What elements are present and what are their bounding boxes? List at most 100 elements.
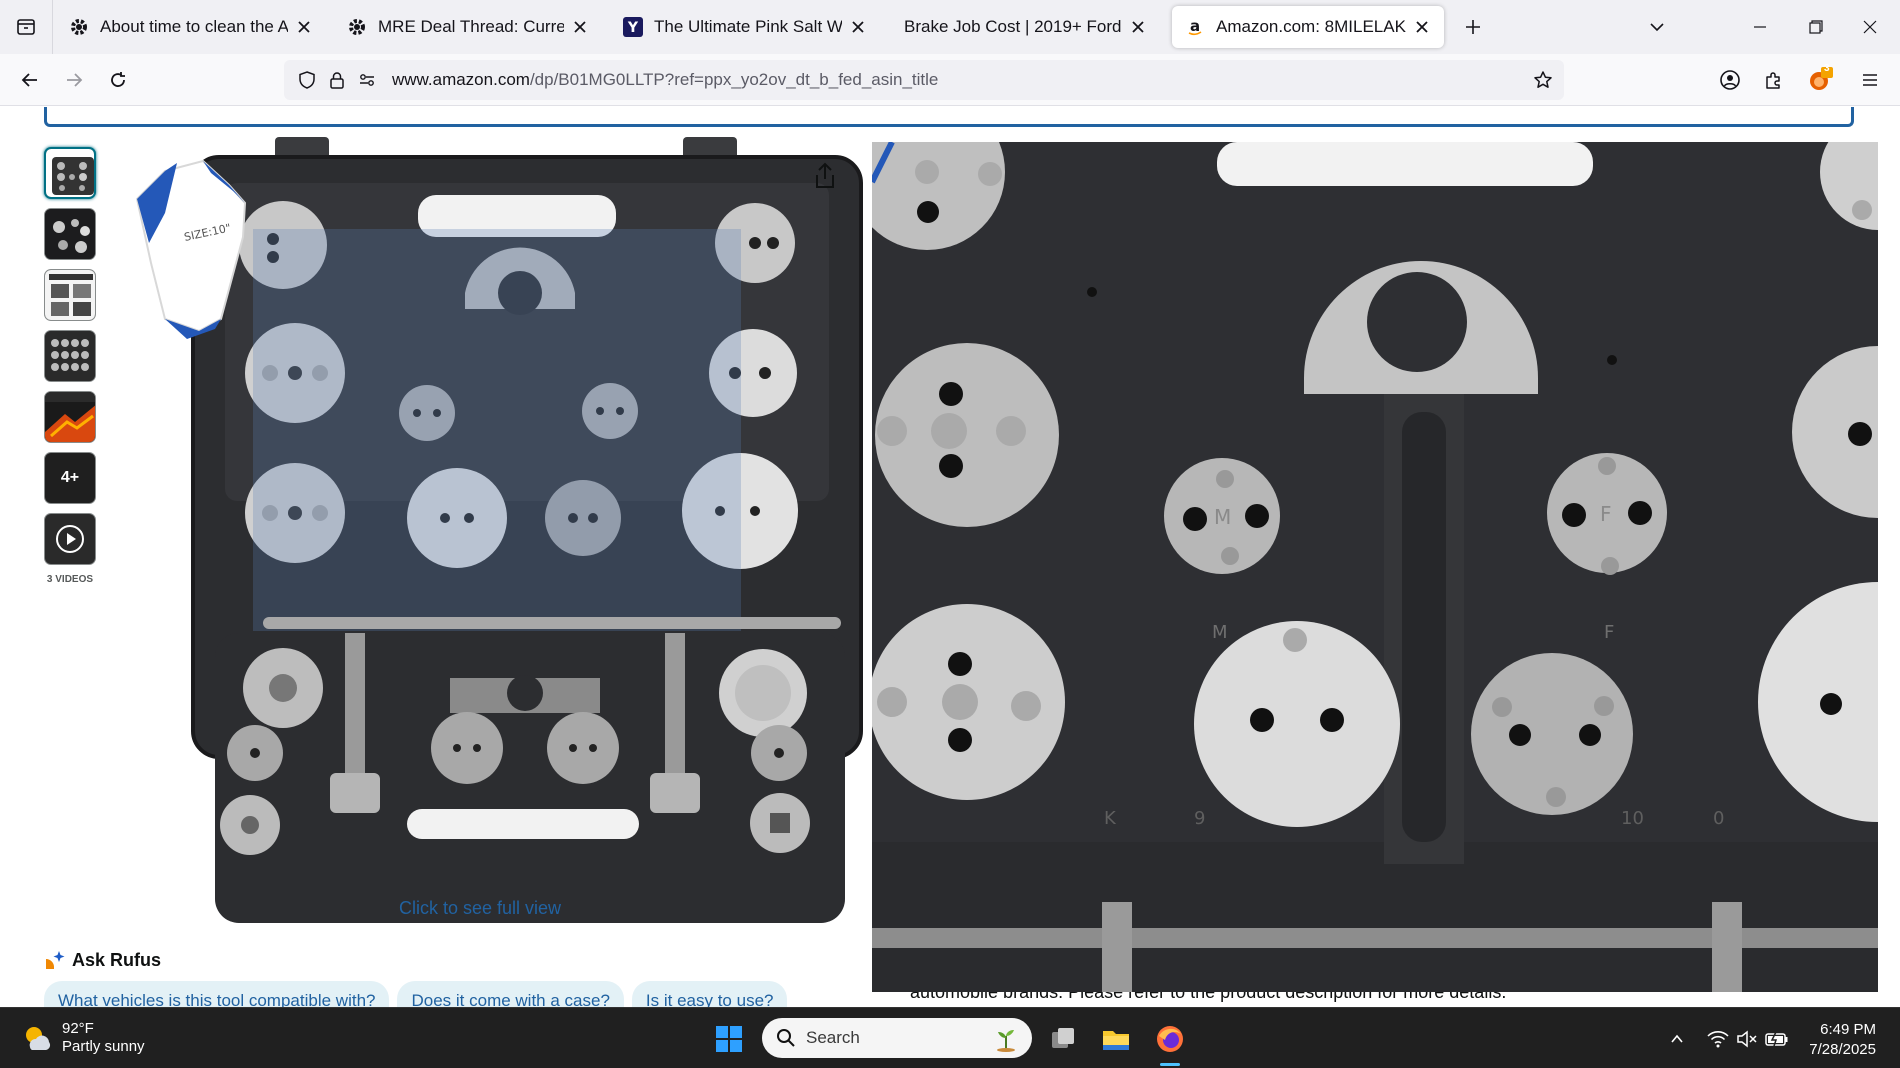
main-product-image[interactable]: SIZE:10"	[105, 133, 865, 923]
brake-caliper-tool-kit-image: SIZE:10"	[135, 137, 863, 923]
taskbar-search[interactable]: Search	[762, 1018, 1032, 1058]
chevron-down-icon	[1650, 23, 1664, 32]
tab-list-button[interactable]	[8, 11, 44, 43]
clock-date: 7/28/2025	[1809, 1041, 1876, 1058]
search-icon	[777, 1029, 795, 1047]
account-icon	[1720, 70, 1740, 90]
thumbnail-case[interactable]	[44, 147, 96, 199]
battery-charging-icon	[1765, 1031, 1788, 1047]
start-button[interactable]	[710, 1020, 748, 1058]
close-tab-icon[interactable]	[1128, 17, 1148, 37]
svg-text:Y: Y	[627, 20, 639, 36]
clock-time: 6:49 PM	[1820, 1021, 1876, 1038]
task-view-icon	[1052, 1028, 1074, 1048]
search-highlight-plant-icon	[997, 1030, 1015, 1052]
tab-mre-deal[interactable]: MRE Deal Thread: Current Best	[334, 6, 602, 48]
navigation-toolbar: www.amazon.com/dp/B01MG0LLTP?ref=ppx_yo2…	[0, 54, 1900, 106]
close-tab-icon[interactable]	[570, 17, 590, 37]
zoom-label-m-below: M	[1212, 622, 1228, 643]
wifi-icon	[1707, 1031, 1729, 1048]
forward-button[interactable]	[56, 62, 92, 98]
brake-kit-case-thumbnail-image	[46, 149, 94, 197]
close-window-button[interactable]	[1852, 10, 1888, 44]
windows-logo-icon	[716, 1026, 742, 1052]
thumbnail-pistons[interactable]	[44, 208, 96, 260]
firefox-icon	[1157, 1026, 1183, 1052]
tab-bar: About time to clean the AR > G MRE Deal …	[0, 0, 1900, 54]
extension-badge-button[interactable]: 3	[1802, 62, 1838, 98]
chevron-up-icon	[1671, 1034, 1683, 1043]
url-domain: www.amazon.com	[392, 70, 530, 89]
zoom-label-k: K	[1104, 808, 1117, 829]
rufus-sparkle-icon	[46, 951, 65, 969]
zoom-label-f: F	[1600, 502, 1612, 526]
piston-set-grid-thumbnail-image	[45, 331, 95, 381]
brake-fire-thumbnail-image	[45, 392, 95, 442]
zoom-label-9: 9	[1194, 808, 1205, 829]
firefox-taskbar-button[interactable]	[1151, 1020, 1189, 1058]
address-bar[interactable]: www.amazon.com/dp/B01MG0LLTP?ref=ppx_yo2…	[284, 60, 1564, 100]
tab-pink-salt[interactable]: Y The Ultimate Pink Salt Weight L	[610, 6, 880, 48]
tab-list-icon	[17, 19, 35, 35]
file-explorer-button[interactable]	[1097, 1020, 1135, 1058]
zoomed-brake-kit-image: M M F F K 9 10 0	[872, 142, 1878, 992]
rufus-suggested-questions: What vehicles is this tool compatible wi…	[44, 981, 788, 1007]
tab-title: Amazon.com: 8MILELAKE 24pcs	[1216, 17, 1406, 36]
system-clock[interactable]: 6:49 PM 7/28/2025	[1809, 1020, 1876, 1060]
weather-widget[interactable]: 92°F Partly sunny	[22, 1020, 145, 1056]
show-hidden-icons-button[interactable]	[1664, 1026, 1690, 1052]
app-menu-button[interactable]	[1852, 62, 1888, 98]
zoom-label-10: 10	[1621, 808, 1644, 829]
account-button[interactable]	[1712, 62, 1748, 98]
task-view-button[interactable]	[1044, 1020, 1082, 1058]
zoom-label-f-below: F	[1604, 622, 1614, 643]
restore-button[interactable]	[1798, 10, 1834, 44]
close-tab-icon[interactable]	[294, 17, 314, 37]
rufus-question-case[interactable]: Does it come with a case?	[397, 981, 624, 1007]
gear-icon	[346, 16, 368, 38]
back-arrow-icon	[21, 73, 37, 87]
tab-title: MRE Deal Thread: Current Best	[378, 17, 564, 36]
extensions-button[interactable]	[1756, 62, 1792, 98]
new-tab-button[interactable]	[1458, 12, 1488, 42]
thumbnail-brake-fire[interactable]	[44, 391, 96, 443]
thumbnail-video[interactable]	[44, 513, 96, 565]
bookmark-star-icon[interactable]	[1530, 67, 1556, 93]
lock-icon[interactable]	[324, 67, 350, 93]
list-all-tabs-button[interactable]	[1642, 12, 1672, 42]
volume-button[interactable]	[1734, 1026, 1760, 1052]
tab-amazon[interactable]: a Amazon.com: 8MILELAKE 24pcs	[1172, 6, 1444, 48]
more-images-count: 4+	[60, 469, 80, 486]
minimize-icon	[1754, 26, 1766, 28]
thumbnail-more-images[interactable]: 4+	[44, 452, 96, 504]
share-button[interactable]	[810, 159, 840, 193]
minimize-button[interactable]	[1742, 10, 1778, 44]
plus-icon	[1466, 20, 1480, 34]
battery-button[interactable]	[1764, 1026, 1790, 1052]
tab-brake-job[interactable]: Brake Job Cost | 2019+ Ford Ranger	[888, 6, 1160, 48]
hamburger-menu-icon	[1863, 74, 1877, 86]
instructions-thumbnail-image	[45, 270, 95, 320]
reload-button[interactable]	[100, 62, 136, 98]
wifi-button[interactable]	[1705, 1026, 1731, 1052]
rufus-question-easy[interactable]: Is it easy to use?	[631, 981, 788, 1007]
back-button[interactable]	[12, 62, 48, 98]
windows-taskbar: 92°F Partly sunny Search 6:49 PM 7/28/20…	[0, 1007, 1900, 1068]
amazon-icon: a	[1184, 16, 1206, 38]
thumbnail-set-grid[interactable]	[44, 330, 96, 382]
gear-icon	[68, 16, 90, 38]
speaker-muted-icon	[1737, 1030, 1757, 1048]
tab-title: The Ultimate Pink Salt Weight L	[654, 17, 842, 36]
tab-separator	[52, 0, 53, 54]
tracking-protection-shield-icon[interactable]	[294, 67, 320, 93]
rufus-question-vehicles[interactable]: What vehicles is this tool compatible wi…	[44, 981, 390, 1007]
page-permissions-icon[interactable]	[354, 67, 380, 93]
close-tab-icon[interactable]	[848, 17, 868, 37]
url-text: www.amazon.com/dp/B01MG0LLTP?ref=ppx_yo2…	[392, 70, 938, 90]
product-page: 4+ 3 VIDEOS SIZE:10" Click to see full v…	[0, 107, 1900, 1007]
close-tab-icon[interactable]	[1412, 17, 1432, 37]
click-to-see-full-view-link[interactable]: Click to see full view	[380, 898, 580, 919]
tab-ar-cleaning[interactable]: About time to clean the AR > G	[56, 6, 326, 48]
thumbnail-instructions[interactable]	[44, 269, 96, 321]
ask-rufus-title: Ask Rufus	[72, 949, 162, 970]
